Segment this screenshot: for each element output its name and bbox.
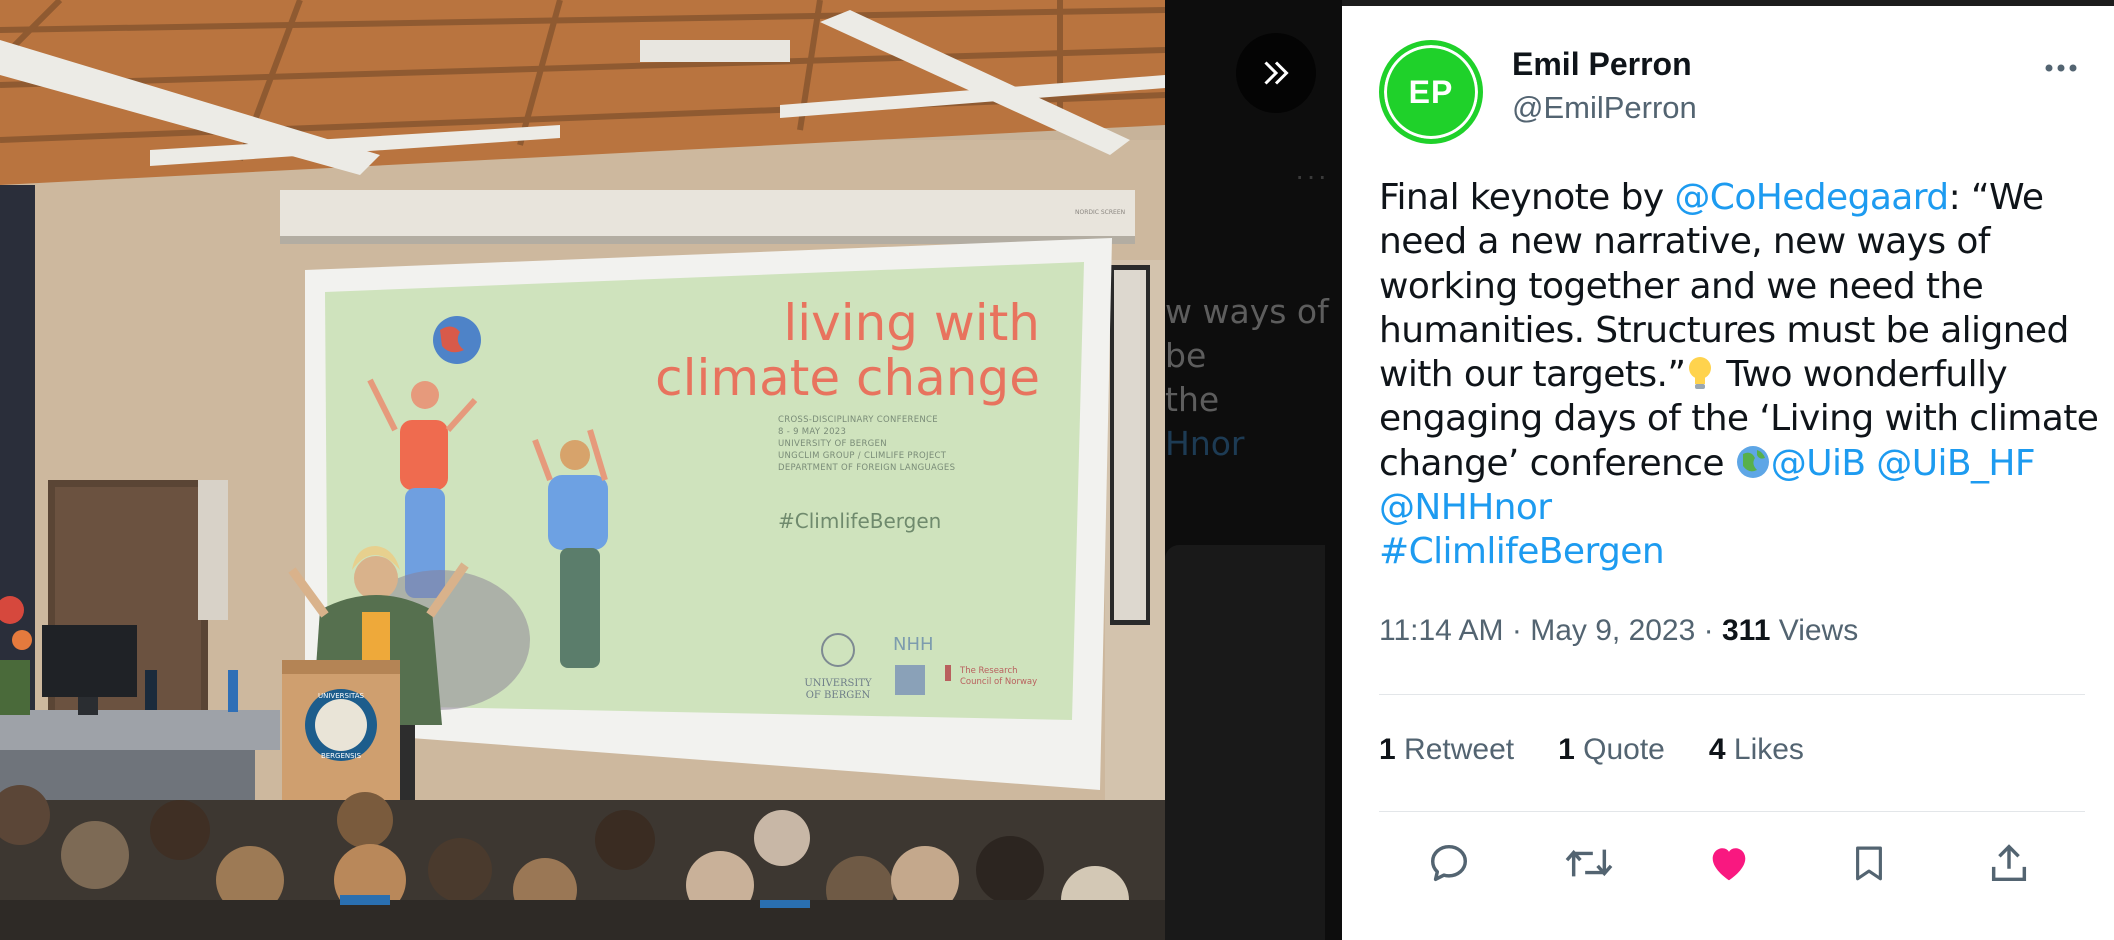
- ghost-text-line: be: [1165, 336, 1207, 375]
- heart-filled-icon: [1712, 848, 1746, 881]
- likes-label: Likes: [1733, 733, 1804, 766]
- tweet-metadata: 11:14 AM · May 9, 2023 · 311 Views: [1379, 614, 1859, 647]
- slide-title-line1: living with: [783, 294, 1040, 352]
- slide-subtitle-line: 8 - 9 MAY 2023: [778, 427, 846, 437]
- seal-text-top: UNIVERSITAS: [318, 692, 365, 700]
- retweet-button[interactable]: [1554, 828, 1624, 898]
- hashtag-climlifebergen[interactable]: #ClimlifeBergen: [1379, 531, 1665, 572]
- slide-subtitle-line: UNIVERSITY OF BERGEN: [778, 439, 887, 449]
- mention-nhhnor[interactable]: @NHHnor: [1379, 487, 1552, 528]
- display-name[interactable]: Emil Perron: [1512, 46, 1692, 83]
- expand-button[interactable]: [1236, 33, 1316, 113]
- tweet-text-line: need a new narrative, new ways of: [1379, 221, 1990, 263]
- user-handle[interactable]: @EmilPerron: [1512, 90, 1697, 126]
- double-chevron-right-icon: [1264, 61, 1289, 85]
- tweet-text-segment: with our targets.”: [1379, 354, 1686, 396]
- quotes-stat[interactable]: 1 Quote: [1558, 733, 1665, 767]
- ghost-text-line: the: [1165, 380, 1220, 419]
- tweet-detail-panel: EP Emil Perron @EmilPerron Final keynote…: [1342, 0, 2114, 940]
- seal-text-bottom: BERGENSIS: [321, 752, 362, 760]
- slide-title-line2: climate change: [655, 349, 1040, 407]
- quotes-count: 1: [1558, 733, 1575, 766]
- mention-uib-hf[interactable]: @UiB_HF: [1876, 443, 2035, 484]
- slide-logo-uib-line1: UNIVERSITY: [804, 678, 872, 689]
- slide-subtitle-line: CROSS-DISCIPLINARY CONFERENCE: [778, 415, 938, 425]
- tweet-action-bar: [1379, 828, 2085, 898]
- reply-button[interactable]: [1414, 828, 1484, 898]
- tweet-text-line: working together and we need the: [1379, 265, 1984, 307]
- divider: [1379, 811, 2085, 812]
- tweet-text-segment: Final keynote by: [1379, 177, 1675, 218]
- share-button[interactable]: [1974, 828, 2044, 898]
- more-horizontal-icon: [2045, 64, 2077, 72]
- divider: [1379, 694, 2085, 695]
- slide-subtitle-line: UNGCLIM GROUP / CLIMLIFE PROJECT: [778, 451, 947, 461]
- likes-stat[interactable]: 4 Likes: [1709, 733, 1804, 767]
- projector-brand: NORDIC SCREEN: [1075, 209, 1125, 216]
- slide-subtitle-line: DEPARTMENT OF FOREIGN LANGUAGES: [778, 463, 955, 473]
- tweet-date[interactable]: May 9, 2023: [1530, 614, 1695, 647]
- quotes-label: Quote: [1583, 733, 1665, 766]
- avatar-initials: EP: [1408, 73, 1454, 110]
- ghost-text-line: w ways of: [1165, 292, 1329, 331]
- retweets-count: 1: [1379, 733, 1396, 766]
- conference-photo: NORDIC SCREEN living with climate change…: [0, 0, 1165, 940]
- tweet-text-line: humanities. Structures must be aligned: [1379, 309, 2069, 351]
- globe-icon: [1736, 445, 1769, 478]
- retweets-label: Retweet: [1404, 733, 1515, 766]
- tweet-photo[interactable]: NORDIC SCREEN living with climate change…: [0, 0, 1165, 940]
- ghost-more-icon: ···: [1295, 160, 1329, 191]
- tweet-text-segment: Two wonderfully: [1715, 354, 2008, 396]
- engagement-stats: 1 Retweet 1 Quote 4 Likes: [1379, 733, 1804, 767]
- tweet-text: Final keynote by @CoHedegaard: “We need …: [1379, 176, 2099, 575]
- slide-logo-rcn-line1: The Research: [959, 666, 1018, 676]
- slide-hashtag: #ClimlifeBergen: [778, 509, 941, 533]
- slide-logo-nhh: NHH: [893, 634, 934, 655]
- more-button[interactable]: [2036, 48, 2086, 88]
- ghost-media: [1165, 545, 1325, 940]
- reply-icon: [1430, 844, 1468, 882]
- tweet-text-segment: : “We: [1948, 177, 2044, 218]
- background-timeline: ··· w ways of be the Hnor: [1165, 0, 1342, 940]
- share-icon: [1991, 844, 2027, 882]
- tweet-time[interactable]: 11:14 AM: [1379, 614, 1504, 647]
- slide-logo-rcn-line2: Council of Norway: [960, 677, 1037, 687]
- avatar[interactable]: EP: [1379, 40, 1483, 144]
- bookmark-icon: [1856, 846, 1882, 881]
- mention-cohedegaard[interactable]: @CoHedegaard: [1674, 177, 1949, 218]
- ghost-text-line: Hnor: [1165, 424, 1245, 463]
- retweets-stat[interactable]: 1 Retweet: [1379, 733, 1514, 767]
- lightbulb-icon: [1689, 357, 1712, 390]
- tweet-text-line: engaging days of the ‘Living with climat…: [1379, 398, 2099, 440]
- mention-uib[interactable]: @UiB: [1771, 443, 1866, 484]
- retweet-icon: [1565, 849, 1613, 877]
- likes-count: 4: [1708, 733, 1726, 766]
- slide-logo-uib-line2: OF BERGEN: [806, 690, 871, 701]
- like-button[interactable]: [1694, 828, 1764, 898]
- views-label: Views: [1778, 614, 1859, 647]
- bookmark-button[interactable]: [1834, 828, 1904, 898]
- tweet-text-segment: change’ conference: [1379, 442, 1735, 484]
- views-count: 311: [1721, 614, 1771, 647]
